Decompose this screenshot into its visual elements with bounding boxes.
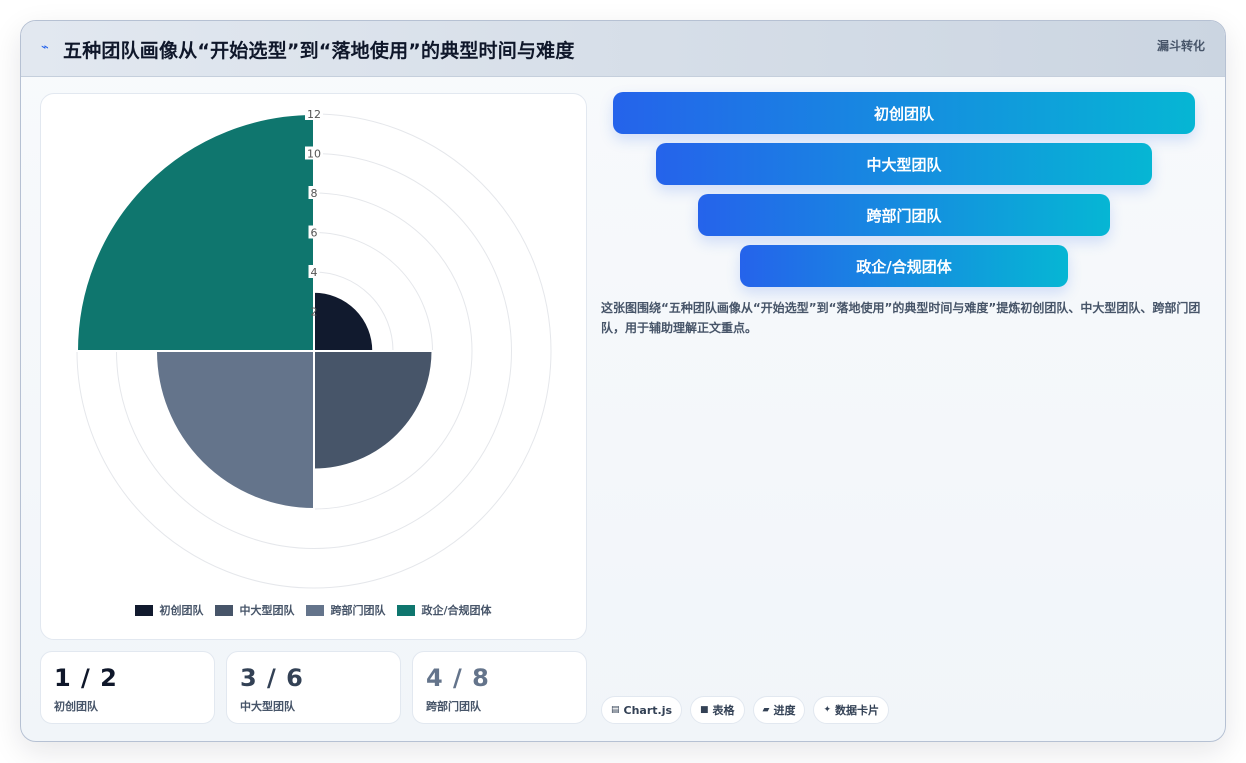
stat-label: 中大型团队 bbox=[240, 700, 295, 713]
progress-icon: ▰ bbox=[762, 705, 770, 715]
legend-label: 政企/合规团体 bbox=[421, 604, 492, 617]
page-title: 五种团队画像从“开始选型”到“落地使用”的典型时间与难度 bbox=[63, 40, 575, 62]
chip-label: Chart.js bbox=[623, 703, 673, 717]
chip-grid[interactable]: ■ 表格 bbox=[690, 696, 745, 724]
card-header: ⌁ 五种团队画像从“开始选型”到“落地使用”的典型时间与难度 漏斗转化 bbox=[21, 21, 1225, 77]
chip-label: 表格 bbox=[712, 704, 735, 717]
stat-card-2: 3 / 6 中大型团队 bbox=[226, 651, 401, 724]
legend-item[interactable]: 跨部门团队 bbox=[306, 602, 385, 618]
legend-swatch bbox=[397, 604, 416, 616]
stat-label: 初创团队 bbox=[54, 700, 98, 713]
chart-legend: 初创团队 中大型团队 跨部门团队 政企/合规团体 bbox=[41, 602, 586, 618]
chart-description: 这张图围绕“五种团队画像从“开始选型”到“落地使用”的典型时间与难度”提炼初创团… bbox=[601, 301, 1201, 335]
header-tag: 漏斗转化 bbox=[1156, 39, 1205, 53]
legend-swatch bbox=[135, 604, 154, 616]
stat-value: 1 / 2 bbox=[54, 664, 118, 692]
chip-sparkle[interactable]: ✦ 数据卡片 bbox=[813, 696, 890, 724]
legend-label: 中大型团队 bbox=[239, 604, 295, 617]
sparkle-icon: ✦ bbox=[823, 705, 832, 715]
polar-chart-panel: 2 4 6 8 10 12 初创团队 中大型团队 跨部门团队 政企/合规团体 bbox=[40, 93, 587, 640]
tick-label-8: 8 bbox=[311, 187, 318, 200]
tick-label-12: 12 bbox=[307, 108, 321, 121]
polar-sector-1[interactable] bbox=[313, 290, 375, 352]
chip-label: 进度 bbox=[773, 704, 796, 717]
polar-sector-3[interactable] bbox=[154, 350, 315, 511]
legend-item[interactable]: 政企/合规团体 bbox=[397, 602, 492, 618]
main-card: ⌁ 五种团队画像从“开始选型”到“落地使用”的典型时间与难度 漏斗转化 2 4 6 8… bbox=[20, 20, 1226, 742]
tick-label-4: 4 bbox=[311, 266, 318, 279]
polar-sector-2[interactable] bbox=[313, 350, 434, 471]
stat-card-1: 1 / 2 初创团队 bbox=[40, 651, 215, 724]
stat-value: 4 / 8 bbox=[426, 664, 490, 692]
legend-swatch bbox=[306, 604, 325, 616]
polar-sector-4[interactable] bbox=[75, 112, 315, 352]
stat-label: 跨部门团队 bbox=[426, 700, 481, 713]
funnel-stage-3: 跨部门团队 bbox=[698, 194, 1110, 236]
legend-label: 初创团队 bbox=[159, 604, 204, 617]
polar-area-chart: 2 4 6 8 10 12 bbox=[75, 107, 552, 589]
funnel-stage-1: 初创团队 bbox=[613, 92, 1195, 134]
tick-label-10: 10 bbox=[307, 148, 321, 161]
chip-table[interactable]: ▤ Chart.js bbox=[601, 696, 683, 724]
stat-cards: 1 / 2 初创团队 3 / 6 中大型团队 4 / 8 跨部门团队 bbox=[40, 651, 588, 724]
legend-item[interactable]: 中大型团队 bbox=[215, 602, 294, 618]
stat-card-3: 4 / 8 跨部门团队 bbox=[412, 651, 587, 724]
legend-label: 跨部门团队 bbox=[330, 604, 386, 617]
tick-label-6: 6 bbox=[311, 227, 318, 240]
legend-swatch bbox=[215, 604, 234, 616]
trend-line-icon: ⌁ bbox=[41, 40, 49, 55]
grid-icon: ■ bbox=[700, 705, 709, 715]
stat-value: 3 / 6 bbox=[240, 664, 304, 692]
tick-label-2: 2 bbox=[311, 306, 318, 319]
chip-label: 数据卡片 bbox=[835, 704, 880, 717]
legend-item[interactable]: 初创团队 bbox=[135, 602, 203, 618]
feature-chips: ▤ Chart.js ■ 表格 ▰ 进度 ✦ 数据卡片 bbox=[601, 696, 890, 724]
table-icon: ▤ bbox=[611, 705, 620, 715]
funnel-stage-4: 政企/合规团体 bbox=[740, 245, 1068, 287]
funnel-stage-2: 中大型团队 bbox=[656, 143, 1152, 185]
chip-progress[interactable]: ▰ 进度 bbox=[752, 696, 806, 724]
